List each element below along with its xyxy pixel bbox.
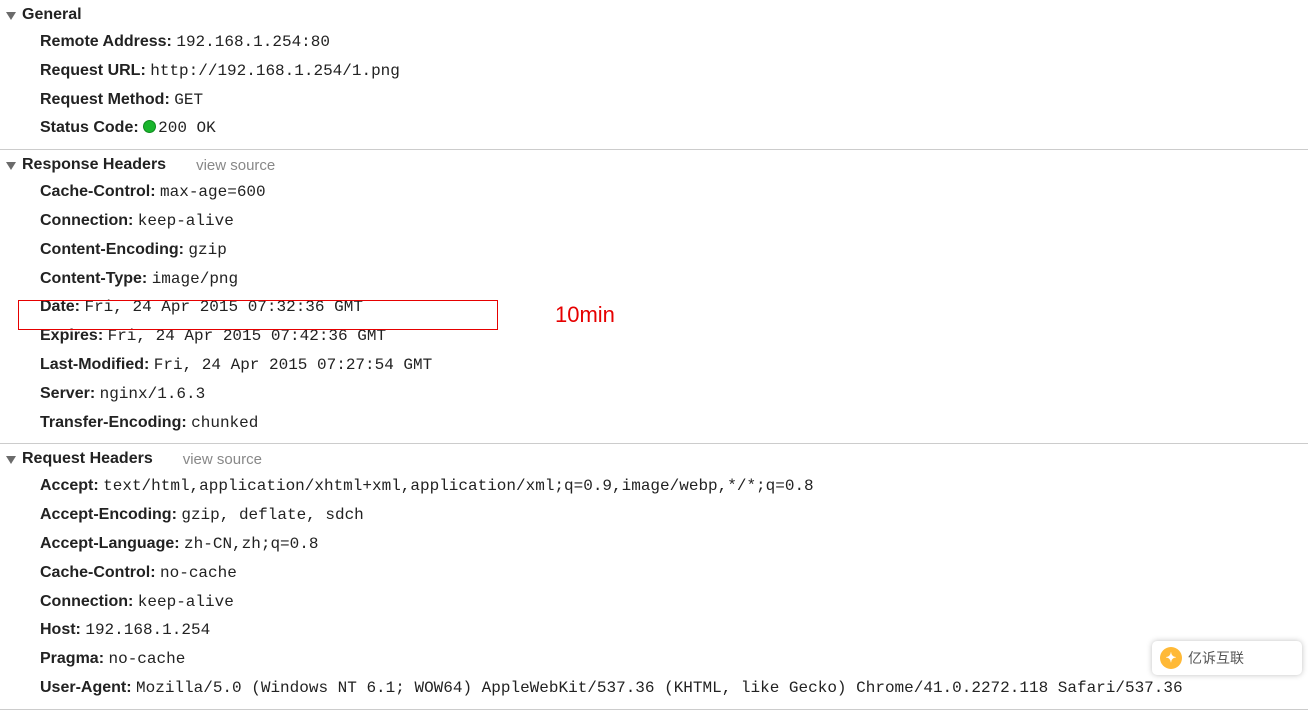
kv-row: Connection: keep-alive [0, 207, 1308, 236]
header-key: Transfer-Encoding: [40, 414, 187, 431]
section-title: General [22, 6, 82, 24]
header-value: zh-CN,zh;q=0.8 [184, 535, 318, 553]
kv-row: Status Code: 200 OK [0, 114, 1308, 143]
kv-row: Cache-Control: no-cache [0, 559, 1308, 588]
header-key: Request URL: [40, 62, 146, 79]
header-key: Host: [40, 621, 81, 638]
kv-row: Pragma: no-cache [0, 645, 1308, 674]
section-response-headers: Response Headers view source Cache-Contr… [0, 150, 1308, 444]
header-key: Server: [40, 385, 95, 402]
section-title: Request Headers [22, 450, 153, 468]
header-key: Cache-Control: [40, 183, 156, 200]
header-key: Accept-Language: [40, 535, 180, 552]
kv-row: Connection: keep-alive [0, 588, 1308, 617]
header-key: Accept-Encoding: [40, 506, 177, 523]
header-value: no-cache [160, 564, 237, 582]
kv-row: Host: 192.168.1.254 [0, 616, 1308, 645]
header-value: no-cache [108, 650, 185, 668]
section-header-response[interactable]: Response Headers view source [0, 154, 1308, 178]
header-key: Cache-Control: [40, 564, 156, 581]
section-header-general[interactable]: General [0, 4, 1308, 28]
header-key: User-Agent: [40, 679, 132, 696]
header-value: nginx/1.6.3 [100, 385, 206, 403]
kv-row: Remote Address: 192.168.1.254:80 [0, 28, 1308, 57]
kv-row: Accept: text/html,application/xhtml+xml,… [0, 472, 1308, 501]
kv-row: Accept-Language: zh-CN,zh;q=0.8 [0, 530, 1308, 559]
header-key: Request Method: [40, 91, 170, 108]
watermark-badge-text: 亿诉互联 [1188, 648, 1244, 668]
disclosure-triangle-icon [6, 12, 16, 20]
header-value: gzip [188, 241, 226, 259]
header-key: Connection: [40, 593, 133, 610]
section-title: Response Headers [22, 156, 166, 174]
kv-row: Content-Type: image/png [0, 265, 1308, 294]
kv-row: Request URL: http://192.168.1.254/1.png [0, 57, 1308, 86]
header-key: Pragma: [40, 650, 104, 667]
header-key: Expires: [40, 327, 103, 344]
section-header-request[interactable]: Request Headers view source [0, 448, 1308, 472]
header-value: chunked [191, 414, 258, 432]
kv-row: Server: nginx/1.6.3 [0, 380, 1308, 409]
header-value: image/png [152, 270, 238, 288]
header-key: Status Code: [40, 119, 139, 136]
kv-row: Date: Fri, 24 Apr 2015 07:32:36 GMT [0, 293, 1308, 322]
header-value: http://192.168.1.254/1.png [150, 62, 400, 80]
kv-row: Transfer-Encoding: chunked [0, 409, 1308, 438]
header-value: GET [174, 91, 203, 109]
header-key: Date: [40, 298, 80, 315]
view-source-link[interactable]: view source [183, 451, 262, 468]
header-value: Mozilla/5.0 (Windows NT 6.1; WOW64) Appl… [136, 679, 1183, 697]
header-value: 192.168.1.254 [85, 621, 210, 639]
kv-row: Content-Encoding: gzip [0, 236, 1308, 265]
header-value: Fri, 24 Apr 2015 07:42:36 GMT [108, 327, 386, 345]
status-dot-icon [143, 120, 156, 133]
kv-row: Accept-Encoding: gzip, deflate, sdch [0, 501, 1308, 530]
header-value: max-age=600 [160, 183, 266, 201]
header-value: 200 OK [143, 119, 216, 137]
header-value: keep-alive [138, 212, 234, 230]
header-value: 192.168.1.254:80 [176, 33, 330, 51]
header-value: Fri, 24 Apr 2015 07:32:36 GMT [84, 298, 362, 316]
header-value: Fri, 24 Apr 2015 07:27:54 GMT [154, 356, 432, 374]
section-request-headers: Request Headers view source Accept: text… [0, 444, 1308, 709]
view-source-link[interactable]: view source [196, 157, 275, 174]
header-key: Last-Modified: [40, 356, 149, 373]
header-value: text/html,application/xhtml+xml,applicat… [103, 477, 814, 495]
header-value: gzip, deflate, sdch [181, 506, 363, 524]
kv-row: Request Method: GET [0, 86, 1308, 115]
kv-row: User-Agent: Mozilla/5.0 (Windows NT 6.1;… [0, 674, 1308, 703]
watermark-badge-icon: ✦ [1160, 647, 1182, 669]
header-value: keep-alive [138, 593, 234, 611]
header-key: Accept: [40, 477, 99, 494]
watermark-badge: ✦ 亿诉互联 [1152, 641, 1302, 675]
kv-row: Expires: Fri, 24 Apr 2015 07:42:36 GMT [0, 322, 1308, 351]
header-key: Remote Address: [40, 33, 172, 50]
header-key: Content-Type: [40, 270, 147, 287]
disclosure-triangle-icon [6, 162, 16, 170]
status-code-text: 200 OK [158, 119, 216, 137]
disclosure-triangle-icon [6, 456, 16, 464]
kv-row: Last-Modified: Fri, 24 Apr 2015 07:27:54… [0, 351, 1308, 380]
header-key: Connection: [40, 212, 133, 229]
section-general: General Remote Address: 192.168.1.254:80… [0, 0, 1308, 150]
header-key: Content-Encoding: [40, 241, 184, 258]
kv-row: Cache-Control: max-age=600 [0, 178, 1308, 207]
